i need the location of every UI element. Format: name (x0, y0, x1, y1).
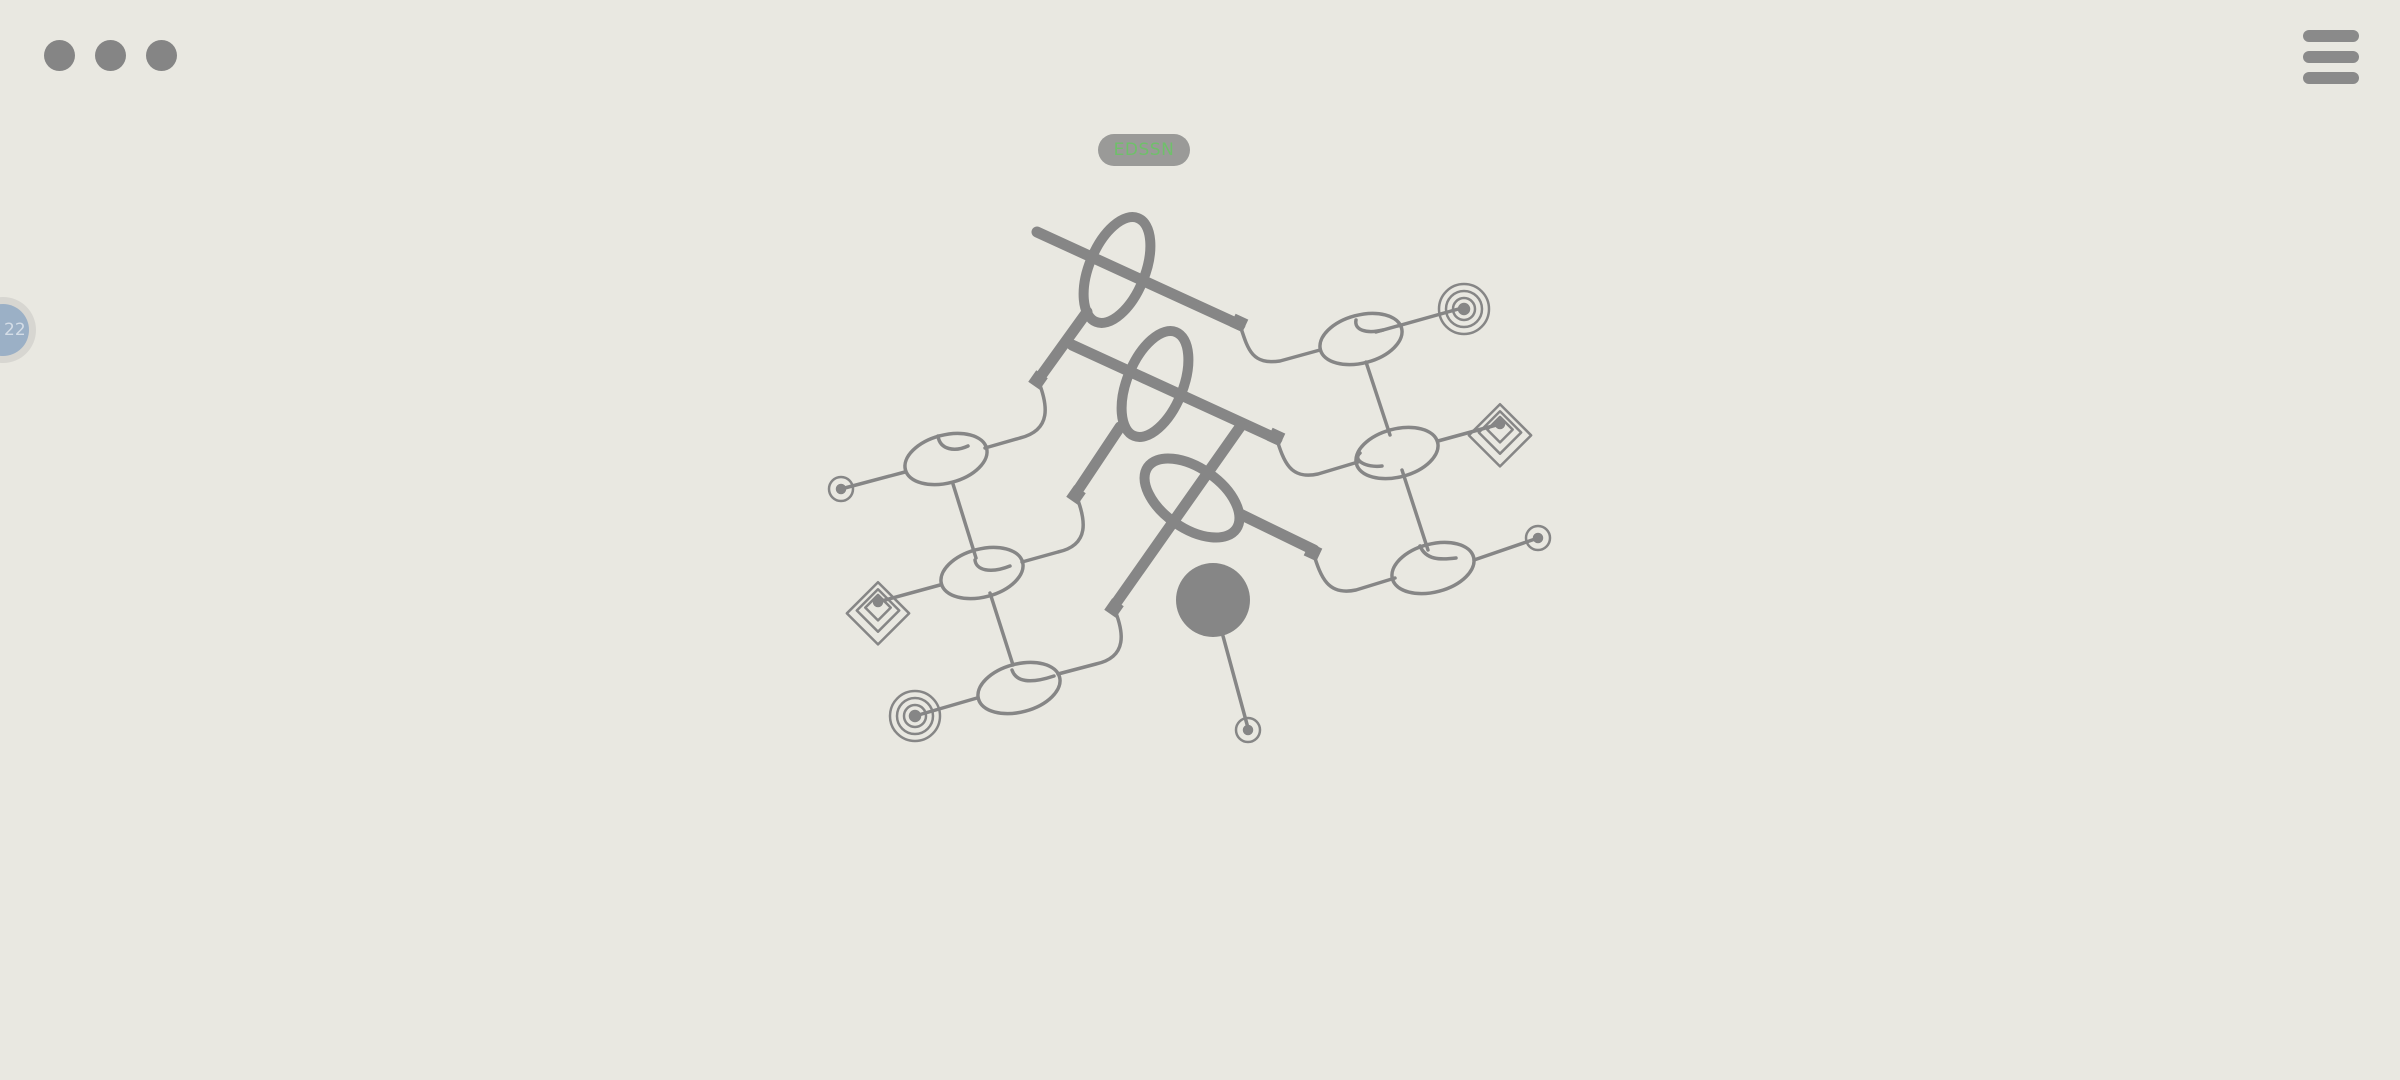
ring-link-icon[interactable] (972, 654, 1066, 722)
concentric-diamond-target-icon[interactable] (845, 580, 911, 646)
ring-link-icon[interactable] (1350, 419, 1444, 487)
ring-link-icon[interactable] (1386, 534, 1480, 602)
filled-circle-icon[interactable] (1176, 563, 1250, 637)
small-circle-endpoint-icon[interactable] (1524, 524, 1552, 552)
game-screen: EDSSN 22 (0, 0, 2400, 1080)
ring-link-icon (1356, 451, 1384, 469)
ring-link-icon (936, 434, 970, 451)
ring-link-icon (1354, 318, 1385, 334)
ring-link-icon (1418, 544, 1458, 561)
bar-handle-icon[interactable] (1234, 508, 1323, 562)
ring-link-icon (973, 558, 1012, 572)
concentric-diamond-target-icon[interactable] (1467, 402, 1533, 468)
concentric-circle-target-icon[interactable] (888, 689, 942, 743)
ring-link-icon (1010, 668, 1056, 683)
puzzle-board (827, 212, 1552, 744)
ring-link-icon[interactable] (1314, 305, 1408, 373)
bar-handle-icon[interactable] (1066, 421, 1126, 505)
concentric-circle-target-icon[interactable] (1437, 282, 1491, 336)
ring-link-icon[interactable] (899, 425, 993, 493)
ring-link-icon[interactable] (935, 539, 1029, 607)
small-circle-endpoint-icon[interactable] (827, 475, 855, 503)
